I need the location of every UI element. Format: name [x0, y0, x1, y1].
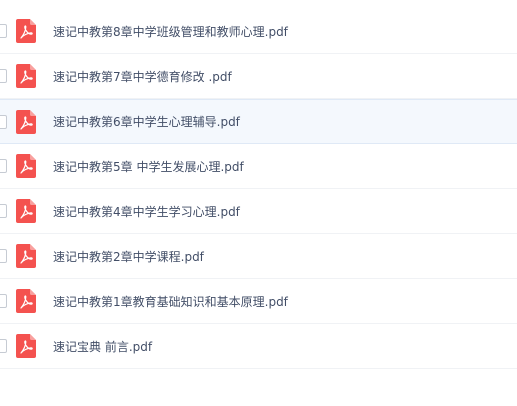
pdf-file-icon — [16, 334, 36, 358]
row-checkbox[interactable] — [0, 24, 7, 38]
file-name[interactable]: 速记中教第7章中学德育修改 .pdf — [53, 54, 232, 98]
file-row[interactable]: 速记中教第7章中学德育修改 .pdf — [0, 54, 517, 99]
row-checkbox[interactable] — [0, 69, 7, 83]
row-checkbox[interactable] — [0, 249, 7, 263]
file-name[interactable]: 速记中教第6章中学生心理辅导.pdf — [53, 100, 240, 143]
file-row[interactable]: 速记中教第4章中学生学习心理.pdf — [0, 189, 517, 234]
row-checkbox[interactable] — [0, 204, 7, 218]
pdf-file-icon — [16, 154, 36, 178]
file-row[interactable]: 速记中教第2章中学课程.pdf — [0, 234, 517, 279]
file-row[interactable]: 速记中教第1章教育基础知识和基本原理.pdf — [0, 279, 517, 324]
file-name[interactable]: 速记中教第2章中学课程.pdf — [53, 234, 204, 278]
row-checkbox[interactable] — [0, 159, 7, 173]
file-list: 速记中教第8章中学班级管理和教师心理.pdf 速记中教第7章中学德育修改 .pd… — [0, 0, 517, 406]
pdf-file-icon — [16, 199, 36, 223]
row-checkbox[interactable] — [0, 294, 7, 308]
pdf-file-icon — [16, 289, 36, 313]
pdf-file-icon — [16, 19, 36, 43]
pdf-file-icon — [16, 64, 36, 88]
file-row[interactable]: 速记宝典 前言.pdf — [0, 324, 517, 369]
file-name[interactable]: 速记中教第4章中学生学习心理.pdf — [53, 189, 240, 233]
pdf-file-icon — [16, 244, 36, 268]
file-name[interactable]: 速记宝典 前言.pdf — [53, 324, 152, 368]
file-row[interactable]: 速记中教第5章 中学生发展心理.pdf — [0, 144, 517, 189]
row-checkbox[interactable] — [0, 114, 7, 129]
file-name[interactable]: 速记中教第5章 中学生发展心理.pdf — [53, 144, 244, 188]
file-row-selected[interactable]: 速记中教第6章中学生心理辅导.pdf — [0, 99, 517, 144]
file-name[interactable]: 速记中教第1章教育基础知识和基本原理.pdf — [53, 279, 288, 323]
pdf-file-icon — [16, 109, 36, 134]
row-checkbox[interactable] — [0, 339, 7, 353]
file-name[interactable]: 速记中教第8章中学班级管理和教师心理.pdf — [53, 9, 288, 53]
file-row[interactable]: 速记中教第8章中学班级管理和教师心理.pdf — [0, 9, 517, 54]
